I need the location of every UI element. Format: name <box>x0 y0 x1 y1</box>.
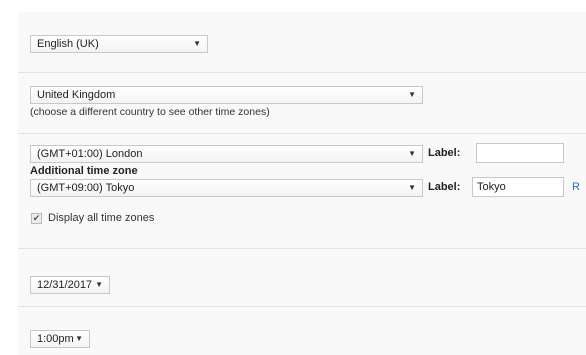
language-select-value: English (UK) <box>37 38 99 50</box>
chevron-down-icon: ▼ <box>408 90 416 99</box>
country-select-value: United Kingdom <box>37 89 116 101</box>
additional-timezone-heading: Additional time zone <box>30 165 138 177</box>
remove-timezone-link[interactable]: R <box>572 181 580 193</box>
primary-label-text: Label: <box>428 147 461 159</box>
chevron-down-icon: ▼ <box>408 183 416 192</box>
language-select[interactable]: English (UK) ▼ <box>30 35 208 53</box>
timezone-section: (GMT+01:00) London ▼ Label: Additional t… <box>18 133 586 260</box>
date-select[interactable]: 12/31/2017 ▼ <box>30 276 110 294</box>
additional-timezone-select[interactable]: (GMT+09:00) Tokyo ▼ <box>30 179 423 197</box>
time-select-value: 1:00pm <box>37 333 74 345</box>
chevron-down-icon: ▼ <box>95 280 103 289</box>
date-select-value: 12/31/2017 <box>37 279 93 291</box>
primary-label-input[interactable] <box>476 143 564 163</box>
date-section: 12/31/2017 ▼ <box>18 248 586 307</box>
chevron-down-icon: ▼ <box>408 149 416 158</box>
display-all-timezones-label: Display all time zones <box>48 212 155 224</box>
primary-timezone-select[interactable]: (GMT+01:00) London ▼ <box>30 145 423 163</box>
display-all-timezones-checkbox[interactable]: ✔ <box>31 213 42 224</box>
additional-label-text: Label: <box>428 181 461 193</box>
country-hint: (choose a different country to see other… <box>30 106 270 118</box>
settings-page: English (UK) ▼ United Kingdom ▼ (choose … <box>0 0 586 355</box>
time-section: 1:00pm ▼ <box>18 306 586 355</box>
additional-timezone-value: (GMT+09:00) Tokyo <box>37 182 135 194</box>
country-section: United Kingdom ▼ (choose a different cou… <box>18 72 586 137</box>
language-section: English (UK) ▼ <box>18 12 586 60</box>
additional-label-input[interactable] <box>472 177 564 197</box>
chevron-down-icon: ▼ <box>75 334 83 343</box>
time-select[interactable]: 1:00pm ▼ <box>30 330 90 348</box>
primary-timezone-value: (GMT+01:00) London <box>37 148 143 160</box>
chevron-down-icon: ▼ <box>193 39 201 48</box>
settings-panel: English (UK) ▼ United Kingdom ▼ (choose … <box>18 12 586 355</box>
checkmark-icon: ✔ <box>32 213 41 223</box>
country-select[interactable]: United Kingdom ▼ <box>30 86 423 104</box>
